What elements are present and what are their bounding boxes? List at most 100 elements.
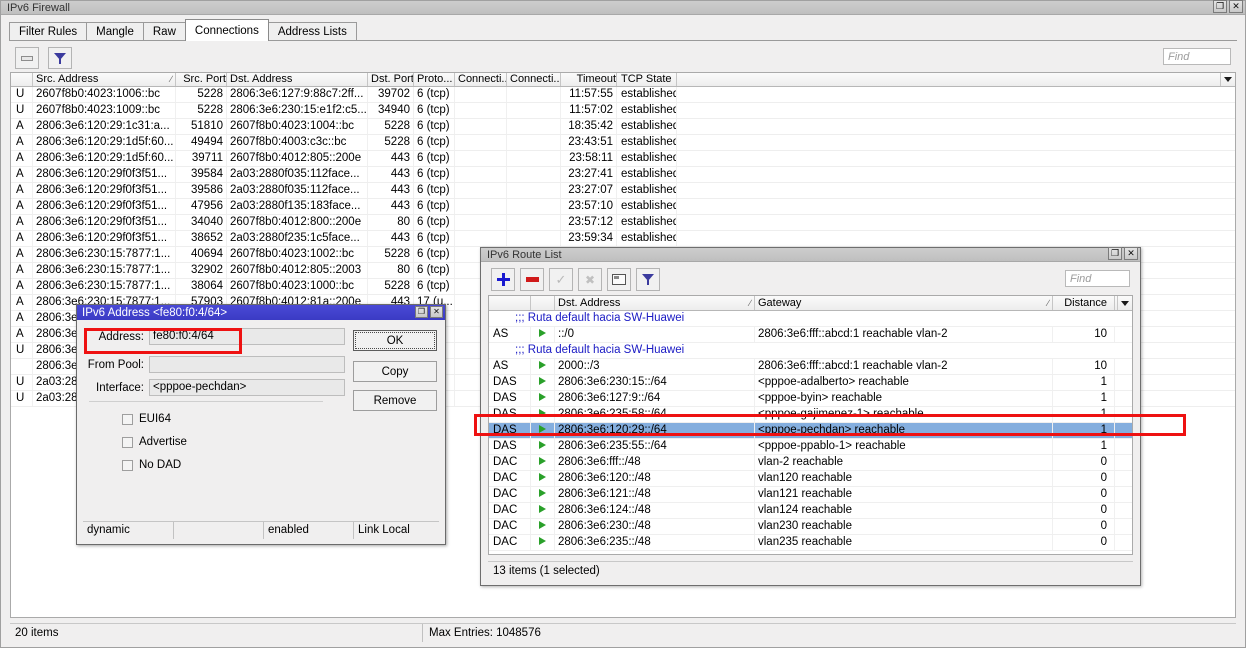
cell-connection-1 <box>455 167 507 182</box>
table-row[interactable]: DAS2806:3e6:235:55::/64<pppoe-ppablo-1> … <box>489 439 1132 455</box>
tab-filter-rules[interactable]: Filter Rules <box>9 22 87 41</box>
cell-route-distance: 1 <box>1053 439 1115 454</box>
cell-flag: A <box>11 231 33 246</box>
route-table[interactable]: Dst. Address ∕ Gateway ∕ Distance ;;; Ru… <box>488 295 1133 555</box>
table-row[interactable]: DAC2806:3e6:235::/48vlan235 reachable0 <box>489 535 1132 551</box>
table-row[interactable]: AS::/02806:3e6:fff::abcd:1 reachable vla… <box>489 327 1132 343</box>
cell-flag: A <box>11 263 33 278</box>
column-chooser-button[interactable] <box>1220 73 1235 86</box>
column-header-tcp-state[interactable]: TCP State <box>617 73 677 86</box>
from-pool-input[interactable] <box>149 356 345 373</box>
cell-spacer <box>677 151 1235 166</box>
no-dad-checkbox-row[interactable]: No DAD <box>122 459 181 471</box>
column-header-timeout[interactable]: Timeout <box>561 73 617 86</box>
ok-button[interactable]: OK <box>353 330 437 351</box>
column-header-src-address[interactable]: Src. Address ∕ <box>33 73 176 86</box>
remove-button[interactable]: Remove <box>353 390 437 411</box>
filter-funnel-icon <box>642 273 655 286</box>
column-header-route-icon[interactable] <box>531 296 555 310</box>
column-header-flags[interactable] <box>11 73 33 86</box>
filter-button[interactable] <box>48 47 72 69</box>
advertise-checkbox[interactable] <box>122 437 133 448</box>
restore-icon[interactable]: ❐ <box>415 306 428 318</box>
interface-input[interactable]: <pppoe-pechdan> <box>149 379 345 396</box>
column-header-route-flags[interactable] <box>489 296 531 310</box>
cell-route-gateway: <pppoe-adalberto> reachable <box>755 375 1053 390</box>
tab-raw[interactable]: Raw <box>143 22 186 41</box>
column-header-route-dst-address[interactable]: Dst. Address ∕ <box>555 296 755 310</box>
route-comment-row[interactable]: ;;; Ruta default hacia SW-Huawei <box>489 343 1132 359</box>
advertise-checkbox-row[interactable]: Advertise <box>122 436 187 448</box>
cell-dst-port: 39702 <box>368 87 414 102</box>
column-header-dst-port[interactable]: Dst. Port <box>368 73 414 86</box>
cell-dst-address: 2607f8b0:4003:c3c::bc <box>227 135 368 150</box>
filter-funnel-icon <box>54 52 67 65</box>
cell-spacer <box>677 215 1235 230</box>
column-header-dst-address[interactable]: Dst. Address <box>227 73 368 86</box>
cell-flag: A <box>11 215 33 230</box>
column-header-route-distance[interactable]: Distance <box>1053 296 1115 310</box>
table-row[interactable]: A2806:3e6:120:29f0f3f51...340402607f8b0:… <box>11 215 1235 231</box>
cell-flag: A <box>11 119 33 134</box>
table-row[interactable]: DAS2806:3e6:120:29::/64<pppoe-pechdan> r… <box>489 423 1132 439</box>
no-dad-checkbox[interactable] <box>122 460 133 471</box>
table-row[interactable]: U2607f8b0:4023:1006::bc52282806:3e6:127:… <box>11 87 1235 103</box>
column-header-src-port[interactable]: Src. Port <box>176 73 227 86</box>
table-row[interactable]: A2806:3e6:120:29f0f3f51...479562a03:2880… <box>11 199 1235 215</box>
table-row[interactable]: DAC2806:3e6:121::/48vlan121 reachable0 <box>489 487 1132 503</box>
table-row[interactable]: DAS2806:3e6:230:15::/64<pppoe-adalberto>… <box>489 375 1132 391</box>
table-row[interactable]: DAS2806:3e6:235:58::/64<pppoe-gajimenez-… <box>489 407 1132 423</box>
cell-route-spacer <box>1115 391 1132 406</box>
cell-route-distance: 1 <box>1053 423 1115 438</box>
table-row[interactable]: A2806:3e6:120:29:1d5f:60...494942607f8b0… <box>11 135 1235 151</box>
table-row[interactable]: DAC2806:3e6:fff::/48vlan-2 reachable0 <box>489 455 1132 471</box>
remove-button[interactable] <box>15 47 39 69</box>
table-row[interactable]: U2607f8b0:4023:1009::bc52282806:3e6:230:… <box>11 103 1235 119</box>
tab-mangle[interactable]: Mangle <box>86 22 144 41</box>
copy-button[interactable]: Copy <box>353 361 437 382</box>
tab-address-lists[interactable]: Address Lists <box>268 22 357 41</box>
cell-connection-2 <box>507 183 561 198</box>
table-row[interactable]: A2806:3e6:120:29f0f3f51...395862a03:2880… <box>11 183 1235 199</box>
comment-button[interactable] <box>607 268 631 291</box>
disable-route-button[interactable]: ✖ <box>578 268 602 291</box>
route-comment-row[interactable]: ;;; Ruta default hacia SW-Huawei <box>489 311 1132 327</box>
close-icon[interactable]: ✕ <box>1124 247 1138 260</box>
cell-src-port: 40694 <box>176 247 227 262</box>
cell-spacer <box>677 103 1235 118</box>
address-input[interactable]: fe80:f0:4/64 <box>149 328 345 345</box>
close-icon[interactable]: ✕ <box>430 306 443 318</box>
eui64-checkbox-row[interactable]: EUI64 <box>122 413 171 425</box>
table-row[interactable]: A2806:3e6:120:29:1c31:a...518102607f8b0:… <box>11 119 1235 135</box>
eui64-checkbox[interactable] <box>122 414 133 425</box>
table-row[interactable]: AS2000::/32806:3e6:fff::abcd:1 reachable… <box>489 359 1132 375</box>
route-filter-button[interactable] <box>636 268 660 291</box>
column-header-protocol[interactable]: Proto... <box>414 73 455 86</box>
route-column-chooser-button[interactable] <box>1117 296 1132 310</box>
search-input[interactable]: Find <box>1163 48 1231 65</box>
tab-connections[interactable]: Connections <box>185 19 269 41</box>
column-header-route-gateway[interactable]: Gateway ∕ <box>755 296 1053 310</box>
route-active-arrow-icon <box>531 455 555 470</box>
cell-route-spacer <box>1115 471 1132 486</box>
column-header-connection-1[interactable]: Connecti... <box>455 73 507 86</box>
restore-icon[interactable]: ❐ <box>1213 0 1227 13</box>
cell-tcp-state: established <box>617 199 677 214</box>
column-header-connection-2[interactable]: Connecti... <box>507 73 561 86</box>
table-row[interactable]: A2806:3e6:120:29:1d5f:60...397112607f8b0… <box>11 151 1235 167</box>
table-row[interactable]: DAC2806:3e6:230::/48vlan230 reachable0 <box>489 519 1132 535</box>
restore-icon[interactable]: ❐ <box>1108 247 1122 260</box>
table-row[interactable]: DAC2806:3e6:124::/48vlan124 reachable0 <box>489 503 1132 519</box>
table-row[interactable]: DAC2806:3e6:120::/48vlan120 reachable0 <box>489 471 1132 487</box>
table-row[interactable]: A2806:3e6:120:29f0f3f51...386522a03:2880… <box>11 231 1235 247</box>
close-icon[interactable]: ✕ <box>1229 0 1243 13</box>
table-row[interactable]: DAS2806:3e6:127:9::/64<pppoe-byin> reach… <box>489 391 1132 407</box>
cell-route-dst-address: 2806:3e6:230:15::/64 <box>555 375 755 390</box>
route-rows: ;;; Ruta default hacia SW-HuaweiAS::/028… <box>489 311 1132 551</box>
route-search-input[interactable]: Find <box>1065 270 1130 287</box>
route-active-arrow-icon <box>531 487 555 502</box>
add-route-button[interactable] <box>491 268 515 291</box>
remove-route-button[interactable] <box>520 268 544 291</box>
table-row[interactable]: A2806:3e6:120:29f0f3f51...395842a03:2880… <box>11 167 1235 183</box>
enable-route-button[interactable]: ✓ <box>549 268 573 291</box>
